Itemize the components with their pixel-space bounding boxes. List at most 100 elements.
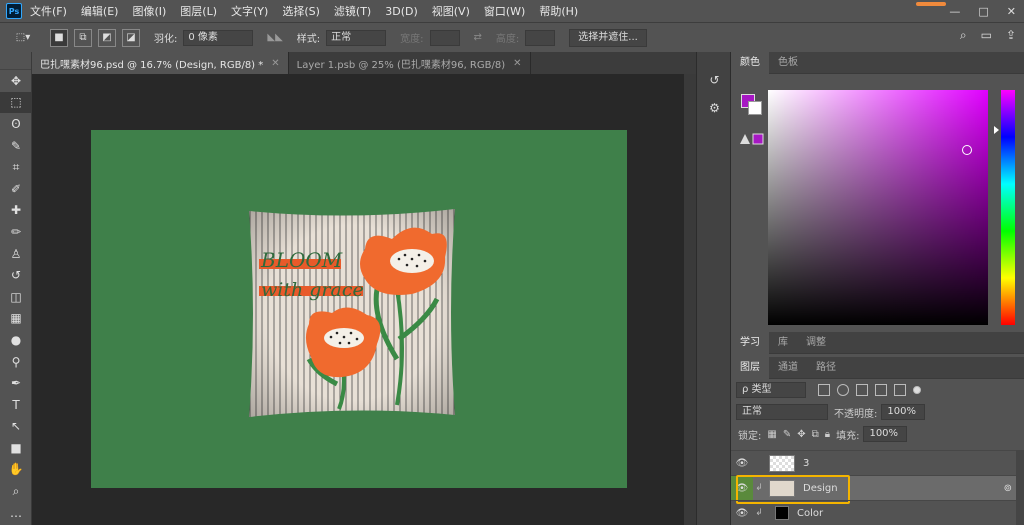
share-icon[interactable]: ⇪ [1006, 28, 1016, 43]
move-icon[interactable]: ✥ [0, 70, 32, 92]
lock-image-icon[interactable]: ✎ [783, 429, 791, 440]
subtract-selection-icon[interactable]: ◩ [98, 28, 116, 47]
visibility-eye-icon[interactable]: 👁︎ [731, 458, 753, 469]
menu-edit[interactable]: 编辑(E) [81, 3, 119, 19]
workspace-icon[interactable]: ▭ [981, 28, 992, 43]
healing-icon[interactable]: ✚ [0, 200, 32, 222]
search-icon[interactable]: ⌕ [960, 28, 967, 43]
gamut-warning-icon[interactable] [739, 133, 765, 145]
brush-icon[interactable]: ✏ [0, 221, 32, 243]
menu-3d[interactable]: 3D(D) [385, 5, 418, 18]
lasso-icon[interactable]: ʘ [0, 113, 32, 135]
eraser-icon[interactable]: ◫ [0, 286, 32, 308]
tab-document-2[interactable]: Layer 1.psb @ 25% (巴扎嘿素材96, RGB/8) ✕ [289, 52, 531, 74]
pen-icon[interactable]: ✒ [0, 372, 32, 394]
new-selection-icon[interactable]: ■ [50, 28, 68, 47]
close-tab-icon[interactable]: ✕ [513, 58, 521, 69]
blend-mode-select[interactable]: 正常 [736, 404, 828, 420]
clipping-arrow-icon: ↲ [755, 508, 763, 518]
layer-row-3[interactable]: 👁︎ 3 [731, 450, 1024, 475]
layer-row-color[interactable]: 👁︎ ↲ Color [731, 500, 1024, 525]
eyedropper-icon[interactable]: ✐ [0, 178, 32, 200]
hue-slider[interactable] [1001, 90, 1015, 325]
marquee-icon[interactable]: ⬚ [0, 91, 32, 114]
visibility-eye-icon[interactable]: 👁︎ [731, 508, 753, 519]
hue-slider-handle[interactable] [994, 126, 999, 134]
minimize-button[interactable]: — [949, 5, 960, 18]
menu-window[interactable]: 窗口(W) [484, 3, 525, 19]
tab-libraries[interactable]: 库 [769, 332, 797, 354]
blur-icon[interactable]: ● [0, 329, 32, 351]
menu-help[interactable]: 帮助(H) [539, 3, 578, 19]
zoom-icon[interactable]: ⌕ [0, 480, 32, 502]
dodge-icon[interactable]: ⚲ [0, 351, 32, 373]
menu-image[interactable]: 图像(I) [132, 3, 166, 19]
pillow-design[interactable]: BLOOM with grace [247, 209, 457, 417]
properties-panel-icon[interactable]: ⚙ [697, 94, 732, 122]
tab-layers[interactable]: 图层 [731, 356, 769, 379]
fill-input[interactable]: 100% [863, 426, 908, 442]
filter-pixel-icon[interactable] [818, 384, 830, 396]
filter-type-icon[interactable] [856, 384, 868, 396]
lock-position-icon[interactable]: ✥ [797, 429, 805, 440]
width-input[interactable] [429, 29, 460, 46]
height-label: 高度: [495, 34, 520, 45]
tab-swatches[interactable]: 色板 [769, 52, 807, 74]
pillow-text-grace: with grace [261, 279, 364, 301]
color-panel-tabs: 颜色 色板 [731, 51, 1024, 74]
add-selection-icon[interactable]: ⧉ [74, 28, 92, 47]
menu-type[interactable]: 文字(Y) [231, 3, 268, 19]
close-button[interactable]: ✕ [1007, 5, 1016, 18]
quick-select-icon[interactable]: ✎ [0, 135, 32, 157]
tab-document-1[interactable]: 巴扎嘿素材96.psd @ 16.7% (Design, RGB/8) * ✕ [32, 52, 289, 74]
layer-row-design[interactable]: 👁︎ ↲ Design ⊚ [731, 475, 1024, 504]
layers-scrollbar[interactable] [1016, 450, 1024, 525]
style-select[interactable]: 正常 [326, 29, 387, 46]
height-input[interactable] [525, 29, 556, 46]
menu-layer[interactable]: 图层(L) [180, 3, 217, 19]
toolbar-grip[interactable] [0, 52, 31, 70]
progress-indicator [916, 2, 946, 6]
intersect-selection-icon[interactable]: ◪ [122, 28, 140, 47]
close-tab-icon[interactable]: ✕ [271, 58, 279, 69]
menu-view[interactable]: 视图(V) [432, 3, 470, 19]
background-color-swatch[interactable] [748, 101, 762, 115]
tab-learn[interactable]: 学习 [731, 331, 769, 354]
swap-icon[interactable]: ⇄ [474, 32, 482, 43]
opacity-input[interactable]: 100% [881, 404, 926, 420]
gradient-icon[interactable]: ▦ [0, 308, 32, 330]
type-icon[interactable]: T [0, 394, 32, 416]
crop-icon[interactable]: ⌗ [0, 156, 32, 178]
feather-input[interactable]: 0 像素 [183, 29, 254, 46]
color-field[interactable] [768, 90, 988, 325]
select-and-mask-button[interactable]: 选择并遮住... [569, 28, 647, 47]
maximize-button[interactable]: □ [978, 5, 988, 18]
menu-file[interactable]: 文件(F) [30, 3, 67, 19]
menu-filter[interactable]: 滤镜(T) [334, 3, 371, 19]
tab-channels[interactable]: 通道 [769, 357, 807, 379]
shape-icon[interactable]: ■ [0, 437, 32, 459]
lock-transparent-icon[interactable]: ▦ [767, 429, 776, 440]
history-brush-icon[interactable]: ↺ [0, 264, 32, 286]
layer-filter-select[interactable]: ρ 类型 [736, 382, 806, 398]
tab-paths[interactable]: 路径 [807, 357, 845, 379]
right-panels: 颜色 色板 学习 库 调整 图层 通道 路径 ρ 类型 正常 不透明度: 100… [731, 51, 1024, 525]
filter-toggle-icon[interactable] [913, 386, 921, 394]
path-select-icon[interactable]: ↖ [0, 416, 32, 438]
history-panel-icon[interactable]: ↺ [697, 66, 732, 94]
filter-shape-icon[interactable] [875, 384, 887, 396]
stamp-icon[interactable]: ♙ [0, 243, 32, 265]
filter-adjustment-icon[interactable] [837, 384, 849, 396]
tab-color[interactable]: 颜色 [731, 51, 769, 74]
hand-icon[interactable]: ✋ [0, 459, 32, 481]
canvas-scrollbar[interactable] [684, 74, 696, 525]
smart-object-link-icon[interactable]: ⊚ [1004, 483, 1012, 494]
marquee-preset-icon[interactable]: ⬚▾ [14, 29, 32, 47]
lock-all-icon[interactable]: 🔒︎ [825, 429, 830, 440]
tab-adjustments[interactable]: 调整 [797, 332, 835, 354]
more-icon[interactable]: … [0, 502, 32, 524]
color-picker-cursor[interactable] [962, 145, 972, 155]
menu-select[interactable]: 选择(S) [282, 3, 320, 19]
lock-artboard-icon[interactable]: ⧉ [812, 429, 819, 440]
filter-smart-icon[interactable] [894, 384, 906, 396]
